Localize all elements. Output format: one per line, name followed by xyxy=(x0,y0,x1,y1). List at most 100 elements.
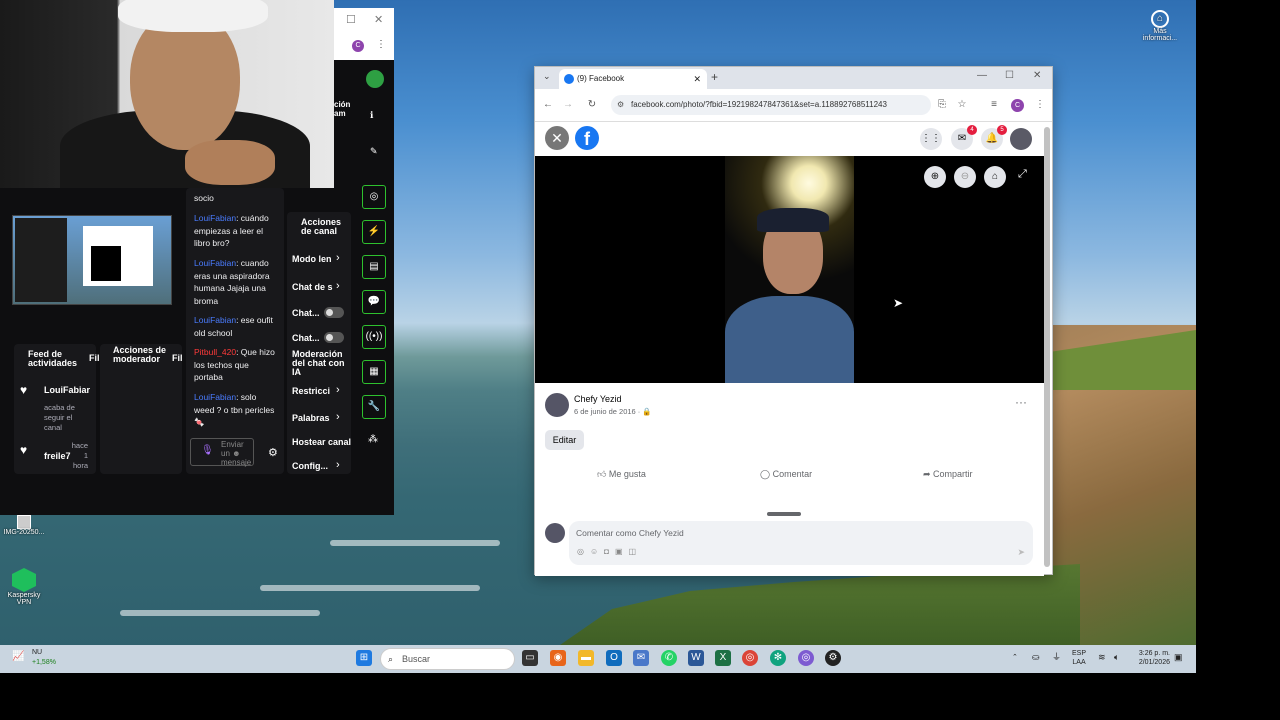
desktop-icon-info[interactable]: ⌂ Más informaci... xyxy=(1138,10,1182,42)
chat-username[interactable]: LouiFabian xyxy=(194,258,236,268)
feed-item[interactable]: ♥ freile7 hace 1 hora xyxy=(20,441,88,470)
chat-username[interactable]: Pitbull_420 xyxy=(194,347,236,357)
scrollbar[interactable] xyxy=(1044,127,1050,567)
mail-icon[interactable]: ✉ xyxy=(633,650,649,666)
menu-icon[interactable]: ⋮ xyxy=(376,39,386,50)
bookmark-star-icon[interactable]: ☆ xyxy=(955,95,969,115)
account-avatar[interactable] xyxy=(1010,128,1032,150)
site-info-icon[interactable]: ⚙ xyxy=(617,95,624,115)
chrome-profile-icon[interactable]: ◎ xyxy=(798,650,814,666)
desktop-icon-image[interactable]: IMG-20250... xyxy=(2,515,46,536)
fullscreen-icon[interactable]: ⤢ xyxy=(1018,168,1027,181)
minimize-icon[interactable]: — xyxy=(977,70,987,81)
close-icon[interactable]: ✕ xyxy=(693,69,701,89)
start-windows-icon[interactable]: ⊞ xyxy=(356,650,372,666)
facebook-logo[interactable]: f xyxy=(575,126,599,150)
messenger-icon[interactable]: ✉ 4 xyxy=(951,125,977,150)
side-button-camera[interactable]: ◎ xyxy=(362,185,386,209)
menu-icon[interactable]: ⋮ xyxy=(1033,95,1047,115)
post-author[interactable]: Chefy Yezid xyxy=(574,394,622,404)
app-icon[interactable]: ⚙ xyxy=(825,650,841,666)
wifi-icon[interactable]: ≋ xyxy=(1098,653,1106,662)
mod-filter[interactable]: Fil xyxy=(172,354,183,363)
tag-icon[interactable]: ⌂ xyxy=(984,166,1006,188)
close-icon[interactable]: ✕ xyxy=(374,13,383,26)
settings-icon[interactable]: ⚙ xyxy=(268,446,278,459)
tray-icon[interactable]: ⛀ xyxy=(1032,653,1040,662)
maximize-icon[interactable]: ☐ xyxy=(346,13,356,26)
send-icon[interactable]: ➤ xyxy=(1017,547,1025,558)
edit-icon[interactable]: ✎ xyxy=(370,146,378,157)
file-explorer-icon[interactable]: ▬ xyxy=(578,650,594,666)
excel-icon[interactable]: X xyxy=(715,650,731,666)
reload-icon[interactable]: ↻ xyxy=(585,95,599,115)
tab-list-icon[interactable]: ⌄ xyxy=(543,71,551,82)
toggle-switch[interactable] xyxy=(324,332,344,343)
chatgpt-icon[interactable]: ✻ xyxy=(770,650,786,666)
feed-user[interactable]: freile7 xyxy=(44,451,71,461)
comment-box[interactable]: Comentar como Chefy Yezid ◎☺◘▣◫ ➤ xyxy=(569,521,1033,565)
microphone-icon[interactable]: 🎙 xyxy=(201,445,214,456)
zoom-out-icon[interactable]: ⊖ xyxy=(954,166,976,188)
author-avatar[interactable] xyxy=(545,393,569,417)
back-icon[interactable]: ← xyxy=(541,95,555,115)
clock[interactable]: 3:26 p. m. 2/01/2026 xyxy=(1134,649,1170,667)
notifications-icon[interactable]: 🔔 5 xyxy=(981,125,1007,150)
whatsapp-icon[interactable]: ✆ xyxy=(661,650,677,666)
url-field[interactable]: ⚙ facebook.com/photo/?fbid=1921982478473… xyxy=(611,95,931,115)
maximize-icon[interactable]: ☐ xyxy=(1005,70,1014,81)
new-tab-button[interactable]: + xyxy=(711,70,718,84)
channel-action-chat-followers[interactable]: Chat de s xyxy=(292,282,333,292)
task-view-icon[interactable]: ▭ xyxy=(522,650,538,666)
comment-button[interactable]: ◯ Comentar xyxy=(760,469,812,480)
browser-tab[interactable]: (9) Facebook ✕ xyxy=(559,69,707,89)
post-date[interactable]: 6 de junio de 2016 · 🔒 xyxy=(574,407,652,416)
channel-action-ai-moderation[interactable]: Moderación del chat con IA xyxy=(292,350,346,377)
close-photo-button[interactable]: ✕ xyxy=(545,126,569,150)
forward-icon[interactable]: → xyxy=(561,95,575,115)
share-button[interactable]: ➦ Compartir xyxy=(923,469,973,480)
comment-tools-icons[interactable]: ◎☺◘▣◫ xyxy=(577,547,642,556)
chat-username[interactable]: LouiFabian xyxy=(194,392,236,402)
comment-input[interactable]: Comentar como Chefy Yezid xyxy=(576,528,684,538)
desktop-icon-kaspersky[interactable]: Kaspersky VPN xyxy=(2,568,46,606)
side-button-wrench[interactable]: 🔧 xyxy=(362,395,386,419)
tray-expand-icon[interactable]: ⌃ xyxy=(1012,653,1018,662)
channel-action-host[interactable]: Hostear canal xyxy=(292,437,351,447)
feed-item[interactable]: ♥ LouiFabiar acaba de seguir el canal xyxy=(20,383,90,432)
side-button-broadcast[interactable]: ((•)) xyxy=(362,325,386,349)
tab-search-icon[interactable]: ≡ xyxy=(987,95,1001,115)
close-window-icon[interactable]: ✕ xyxy=(1033,70,1041,81)
channel-action-restrictions[interactable]: Restricci xyxy=(292,386,330,396)
add-icon[interactable]: ⁂ xyxy=(368,434,378,445)
side-button-lightning[interactable]: ⚡ xyxy=(362,220,386,244)
profile-icon[interactable]: C xyxy=(352,40,364,52)
channel-action-settings[interactable]: Config... xyxy=(292,461,328,471)
info-icon[interactable]: ℹ xyxy=(370,110,373,121)
chrome-icon[interactable]: ◎ xyxy=(742,650,758,666)
toggle-switch[interactable] xyxy=(324,307,344,318)
more-options-icon[interactable]: ··· xyxy=(1015,395,1027,409)
channel-action-blocked-words[interactable]: Palabras xyxy=(292,413,330,423)
avatar[interactable] xyxy=(366,70,384,88)
feed-filter[interactable]: Fil xyxy=(89,354,100,363)
taskbar-search[interactable]: ⌕ Buscar xyxy=(380,648,515,670)
chat-input[interactable]: 🎙 Enviar un ☻ mensaje xyxy=(190,438,254,467)
post-photo[interactable] xyxy=(725,156,854,383)
menu-grid-icon[interactable]: ⋮⋮ xyxy=(920,128,942,150)
notification-icon[interactable]: ▣ xyxy=(1174,653,1183,662)
channel-action-slow-mode[interactable]: Modo len xyxy=(292,254,332,264)
weather-widget[interactable]: 📈 NU +1,58% xyxy=(12,649,72,671)
firefox-icon[interactable]: ◉ xyxy=(550,650,566,666)
usb-icon[interactable]: ⏚ xyxy=(1052,653,1061,662)
like-button[interactable]: 👍︎ Me gusta xyxy=(597,469,646,480)
outlook-icon[interactable]: O xyxy=(606,650,622,666)
word-icon[interactable]: W xyxy=(688,650,704,666)
feed-user[interactable]: LouiFabiar xyxy=(44,385,90,395)
chat-username[interactable]: LouiFabian xyxy=(194,213,236,223)
side-button-note[interactable]: ▤ xyxy=(362,255,386,279)
volume-icon[interactable]: 🔈︎ xyxy=(1114,653,1119,662)
edit-button[interactable]: Editar xyxy=(545,430,584,450)
stream-preview[interactable] xyxy=(12,215,172,305)
install-icon[interactable]: ⎘ xyxy=(935,95,949,115)
